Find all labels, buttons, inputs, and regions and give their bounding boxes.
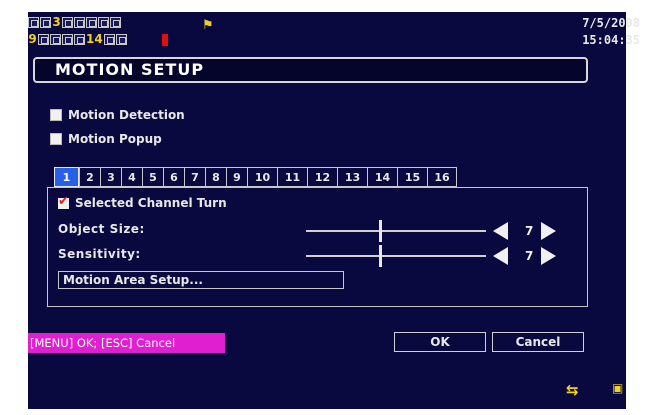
tab-channel-15[interactable]: 15	[397, 167, 427, 187]
time-text: 15:04:35	[582, 33, 640, 47]
page-title-bar: MOTION SETUP	[33, 57, 588, 83]
sensitivity-increase-arrow-icon[interactable]	[541, 247, 556, 265]
sensitivity-label: Sensitivity:	[58, 247, 141, 261]
channel-indicator-icon	[40, 17, 51, 28]
tab-channel-5[interactable]: 5	[142, 167, 163, 187]
date-time-display: 7/5/2008 15:04:35	[582, 15, 640, 49]
channel-indicator-icon	[62, 34, 73, 45]
sensitivity-value: 7	[525, 249, 534, 263]
tab-channel-3[interactable]: 3	[100, 167, 121, 187]
hdd-icon: ▣	[612, 381, 624, 395]
tab-channel-2[interactable]: 2	[79, 167, 100, 187]
motion-detection-label: Motion Detection	[68, 108, 185, 122]
channel-indicator-icon	[98, 17, 109, 28]
motion-area-setup-button[interactable]: Motion Area Setup...	[58, 271, 344, 289]
channel-status-indicators: 3 9 14	[28, 15, 178, 49]
tab-channel-6[interactable]: 6	[163, 167, 184, 187]
object-size-slider-track[interactable]	[306, 230, 486, 232]
channel-number: 9	[28, 32, 37, 46]
channel-status-row-1: 3	[28, 15, 178, 30]
selected-channel-turn-checkbox[interactable]: ✔ Selected Channel Turn	[58, 194, 227, 210]
tab-channel-13[interactable]: 13	[337, 167, 367, 187]
channel-indicator-icon	[110, 17, 121, 28]
tab-channel-12[interactable]: 12	[307, 167, 337, 187]
motion-popup-checkbox[interactable]: Motion Popup	[50, 132, 162, 146]
channel-indicator-icon	[62, 17, 73, 28]
checkbox-box[interactable]	[50, 133, 62, 145]
object-size-slider-thumb[interactable]	[379, 220, 382, 242]
sensitivity-slider-thumb[interactable]	[379, 245, 382, 267]
cancel-button[interactable]: Cancel	[492, 332, 584, 352]
checkbox-box[interactable]	[50, 109, 62, 121]
tab-channel-10[interactable]: 10	[247, 167, 277, 187]
channel-number: 14	[86, 32, 103, 46]
object-size-increase-arrow-icon[interactable]	[541, 222, 556, 240]
checkmark-icon: ✔	[58, 193, 69, 209]
date-text: 7/5/2008	[582, 16, 640, 30]
tab-channel-16[interactable]: 16	[427, 167, 457, 187]
key-hint: [MENU] OK; [ESC] Cancel	[28, 333, 225, 353]
motion-popup-label: Motion Popup	[68, 132, 162, 146]
channel-number: 3	[52, 15, 61, 29]
channel-indicator-icon	[28, 17, 39, 28]
channel-indicator-icon	[115, 34, 127, 45]
tab-channel-8[interactable]: 8	[205, 167, 226, 187]
object-size-value: 7	[525, 224, 534, 238]
tab-channel-1[interactable]: 1	[54, 167, 79, 187]
channel-indicator-icon	[86, 17, 97, 28]
selected-channel-turn-label: Selected Channel Turn	[75, 196, 227, 210]
channel-indicator-icon	[103, 34, 115, 45]
channel-indicator-icon	[74, 34, 85, 45]
channel-status-row-2: 9 14	[28, 32, 178, 47]
sensitivity-slider-track[interactable]	[306, 255, 486, 257]
tab-channel-4[interactable]: 4	[121, 167, 142, 187]
page-title: MOTION SETUP	[55, 60, 205, 79]
alarm-icon: ⚑	[202, 18, 214, 33]
channel-indicator-icon	[50, 34, 61, 45]
ok-button[interactable]: OK	[394, 332, 486, 352]
motion-detection-checkbox[interactable]: Motion Detection	[50, 108, 185, 122]
channel-tabs: 1 2 3 4 5 6 7 8 9 10 11 12 13 14 15 16	[54, 167, 457, 187]
network-icon: ⇆	[566, 381, 579, 399]
channel-indicator-icon	[74, 17, 85, 28]
channel-indicator-icon	[38, 34, 49, 45]
object-size-label: Object Size:	[58, 222, 145, 236]
tab-channel-14[interactable]: 14	[367, 167, 397, 187]
tab-channel-7[interactable]: 7	[184, 167, 205, 187]
tab-channel-11[interactable]: 11	[277, 167, 307, 187]
recording-icon	[162, 34, 168, 46]
checkbox-box[interactable]: ✔	[58, 194, 69, 209]
sensitivity-decrease-arrow-icon[interactable]	[493, 247, 508, 265]
tab-channel-9[interactable]: 9	[226, 167, 247, 187]
object-size-decrease-arrow-icon[interactable]	[493, 222, 508, 240]
